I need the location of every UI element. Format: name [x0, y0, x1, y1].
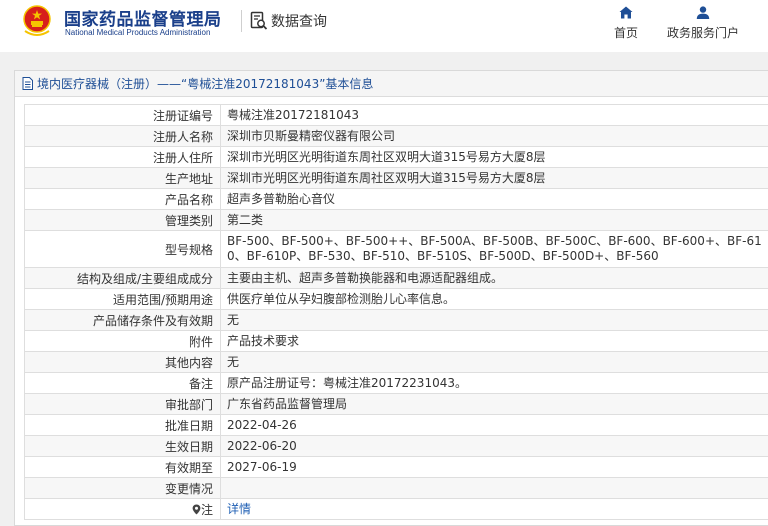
site-title[interactable]: 国家药品监督管理局: [64, 5, 222, 30]
nav-home-label: 首页: [613, 26, 638, 40]
field-value: 2027-06-19: [220, 456, 768, 478]
table-wrapper: 注册证编号 粤械注准20172181043 注册人名称 深圳市贝斯曼精密仪器有限…: [15, 97, 768, 520]
field-value: 第二类: [220, 209, 768, 231]
field-label: 注册人名称: [24, 125, 221, 147]
field-label: 附件: [24, 330, 221, 352]
field-label: 备注: [24, 372, 221, 394]
table-row: 备注 原产品注册证号：粤械注准20172231043。: [24, 372, 768, 394]
national-emblem-icon: [23, 5, 51, 36]
field-label: 有效期至: [24, 456, 221, 478]
table-row: 有效期至 2027-06-19: [24, 456, 768, 478]
location-pin-icon: [192, 504, 201, 514]
field-value: 深圳市光明区光明街道东周社区双明大道315号易方大厦8层: [220, 167, 768, 189]
data-query-label: 数据查询: [271, 14, 327, 30]
field-label: 型号规格: [24, 230, 221, 268]
document-icon: [22, 77, 33, 90]
table-row: 生产地址 深圳市光明区光明街道东周社区双明大道315号易方大厦8层: [24, 167, 768, 189]
table-row: 审批部门 广东省药品监督管理局: [24, 393, 768, 415]
field-value: 无: [220, 309, 768, 331]
field-value: 2022-04-26: [220, 414, 768, 436]
table-row: 变更情况: [24, 477, 768, 499]
table-row: 批准日期 2022-04-26: [24, 414, 768, 436]
field-value: 深圳市光明区光明街道东周社区双明大道315号易方大厦8层: [220, 146, 768, 168]
field-value: 产品技术要求: [220, 330, 768, 352]
field-value: 无: [220, 351, 768, 373]
field-value: 2022-06-20: [220, 435, 768, 457]
field-label: 生产地址: [24, 167, 221, 189]
table-row: 适用范围/预期用途 供医疗单位从孕妇腹部检测胎儿心率信息。: [24, 288, 768, 310]
nav-home[interactable]: 首页: [606, 6, 646, 41]
field-label: 注册人住所: [24, 146, 221, 168]
nav-portal-label: 政务服务门户: [666, 26, 739, 40]
table-row: 其他内容 无: [24, 351, 768, 373]
field-label: 变更情况: [24, 477, 221, 499]
field-value: 深圳市贝斯曼精密仪器有限公司: [220, 125, 768, 147]
note-label: 注: [200, 502, 213, 517]
field-value: 粤械注准20172181043: [220, 104, 768, 126]
field-value: 广东省药品监督管理局: [220, 393, 768, 415]
field-label: 产品储存条件及有效期: [24, 309, 221, 331]
field-label: 其他内容: [24, 351, 221, 373]
field-value: 供医疗单位从孕妇腹部检测胎儿心率信息。: [220, 288, 768, 310]
table-row: 附件 产品技术要求: [24, 330, 768, 352]
data-query-link[interactable]: 数据查询: [250, 11, 327, 31]
field-value: 主要由主机、超声多普勒换能器和电源适配器组成。: [220, 267, 768, 289]
details-link[interactable]: 详情: [227, 502, 251, 516]
nav-service-portal[interactable]: 政务服务门户: [660, 6, 746, 41]
panel-header: 境内医疗器械（注册）——“粤械注准20172181043”基本信息: [15, 71, 768, 97]
table-row: 结构及组成/主要组成成分 主要由主机、超声多普勒换能器和电源适配器组成。: [24, 267, 768, 289]
detail-panel: 境内医疗器械（注册）——“粤械注准20172181043”基本信息 注册证编号 …: [14, 70, 768, 526]
field-label: 结构及组成/主要组成成分: [24, 267, 221, 289]
field-value: 原产品注册证号：粤械注准20172231043。: [220, 372, 768, 394]
note-label-cell: 注: [24, 498, 221, 520]
user-icon: [696, 6, 710, 19]
field-label: 审批部门: [24, 393, 221, 415]
site-subtitle-english: National Medical Products Administration: [65, 28, 211, 37]
site-header: 国家药品监督管理局 National Medical Products Admi…: [0, 0, 768, 52]
table-row: 产品储存条件及有效期 无: [24, 309, 768, 331]
field-label: 管理类别: [24, 209, 221, 231]
table-row: 产品名称 超声多普勒胎心音仪: [24, 188, 768, 210]
table-row: 注册证编号 粤械注准20172181043: [24, 104, 768, 126]
panel-title: 境内医疗器械（注册）——“粤械注准20172181043”基本信息: [37, 77, 374, 91]
home-icon: [619, 6, 633, 19]
table-row: 型号规格 BF-500、BF-500+、BF-500++、BF-500A、BF-…: [24, 230, 768, 268]
detail-table: 注册证编号 粤械注准20172181043 注册人名称 深圳市贝斯曼精密仪器有限…: [24, 104, 768, 520]
table-row: 注 详情: [24, 498, 768, 520]
table-row: 注册人住所 深圳市光明区光明街道东周社区双明大道315号易方大厦8层: [24, 146, 768, 168]
table-row: 生效日期 2022-06-20: [24, 435, 768, 457]
field-label: 适用范围/预期用途: [24, 288, 221, 310]
field-value: [220, 477, 768, 499]
document-search-icon: [250, 11, 268, 30]
table-row: 注册人名称 深圳市贝斯曼精密仪器有限公司: [24, 125, 768, 147]
field-value: 详情: [220, 498, 768, 520]
field-label: 产品名称: [24, 188, 221, 210]
field-label: 批准日期: [24, 414, 221, 436]
header-divider: [241, 10, 242, 32]
field-label: 注册证编号: [24, 104, 221, 126]
table-row: 管理类别 第二类: [24, 209, 768, 231]
field-value: BF-500、BF-500+、BF-500++、BF-500A、BF-500B、…: [220, 230, 768, 268]
field-label: 生效日期: [24, 435, 221, 457]
field-value: 超声多普勒胎心音仪: [220, 188, 768, 210]
